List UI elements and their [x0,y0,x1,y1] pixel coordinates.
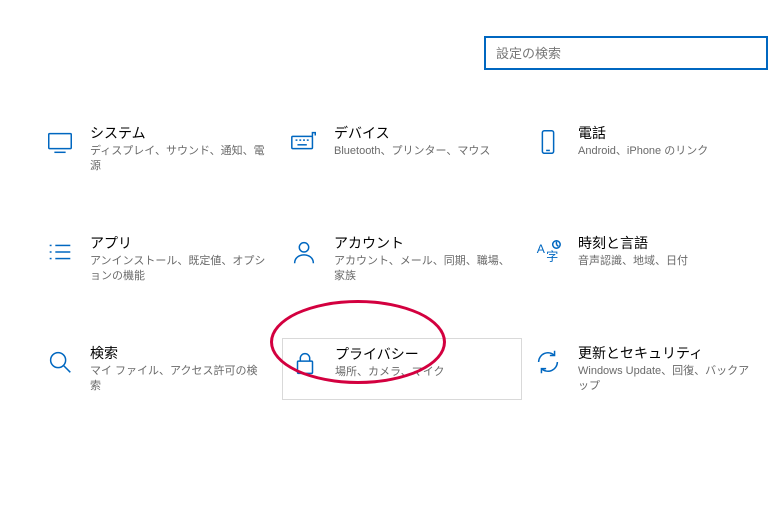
tile-desc: Bluetooth、プリンター、マウス [334,144,512,159]
tile-texts: システム ディスプレイ、サウンド、通知、電源 [90,124,268,174]
apps-list-icon [44,236,76,268]
tile-desc: 場所、カメラ、マイク [335,365,511,380]
language-icon: A字 [532,236,564,268]
svg-text:字: 字 [546,248,558,263]
tile-title: 時刻と言語 [578,234,756,252]
tile-texts: アプリ アンインストール、既定値、オプションの機能 [90,234,268,284]
tile-texts: アカウント アカウント、メール、同期、職場、家族 [334,234,512,284]
tile-title: 更新とセキュリティ [578,344,756,362]
tile-update-security[interactable]: 更新とセキュリティ Windows Update、回復、バックアップ [526,338,766,400]
sync-icon [532,346,564,378]
keyboard-icon [288,126,320,158]
tile-title: プライバシー [335,345,511,363]
tile-title: アプリ [90,234,268,252]
tile-texts: 更新とセキュリティ Windows Update、回復、バックアップ [578,344,756,394]
svg-text:A: A [537,242,546,256]
tile-texts: 時刻と言語 音声認識、地域、日付 [578,234,756,269]
tile-texts: デバイス Bluetooth、プリンター、マウス [334,124,512,159]
tile-desc: Android、iPhone のリンク [578,144,756,159]
tile-title: アカウント [334,234,512,252]
tile-desc: ディスプレイ、サウンド、通知、電源 [90,144,268,174]
tile-title: 電話 [578,124,756,142]
tile-texts: 電話 Android、iPhone のリンク [578,124,756,159]
search-input[interactable] [484,36,768,70]
tile-desc: マイ ファイル、アクセス許可の検索 [90,364,268,394]
lock-icon [289,347,321,379]
tile-apps[interactable]: アプリ アンインストール、既定値、オプションの機能 [38,228,278,290]
settings-grid: システム ディスプレイ、サウンド、通知、電源 デバイス Bluetooth、プリ… [38,118,768,400]
tile-privacy[interactable]: プライバシー 場所、カメラ、マイク [282,338,522,400]
phone-icon [532,126,564,158]
tile-desc: 音声認識、地域、日付 [578,254,756,269]
tile-devices[interactable]: デバイス Bluetooth、プリンター、マウス [282,118,522,180]
search-icon [44,346,76,378]
tile-desc: Windows Update、回復、バックアップ [578,364,756,394]
tile-time-language[interactable]: A字 時刻と言語 音声認識、地域、日付 [526,228,766,290]
tile-title: システム [90,124,268,142]
tile-system[interactable]: システム ディスプレイ、サウンド、通知、電源 [38,118,278,180]
tile-title: 検索 [90,344,268,362]
tile-accounts[interactable]: アカウント アカウント、メール、同期、職場、家族 [282,228,522,290]
tile-title: デバイス [334,124,512,142]
tile-texts: プライバシー 場所、カメラ、マイク [335,345,511,380]
person-icon [288,236,320,268]
search-container [484,36,768,70]
tile-desc: アンインストール、既定値、オプションの機能 [90,254,268,284]
tile-search[interactable]: 検索 マイ ファイル、アクセス許可の検索 [38,338,278,400]
tile-phone[interactable]: 電話 Android、iPhone のリンク [526,118,766,180]
display-icon [44,126,76,158]
tile-texts: 検索 マイ ファイル、アクセス許可の検索 [90,344,268,394]
tile-desc: アカウント、メール、同期、職場、家族 [334,254,512,284]
